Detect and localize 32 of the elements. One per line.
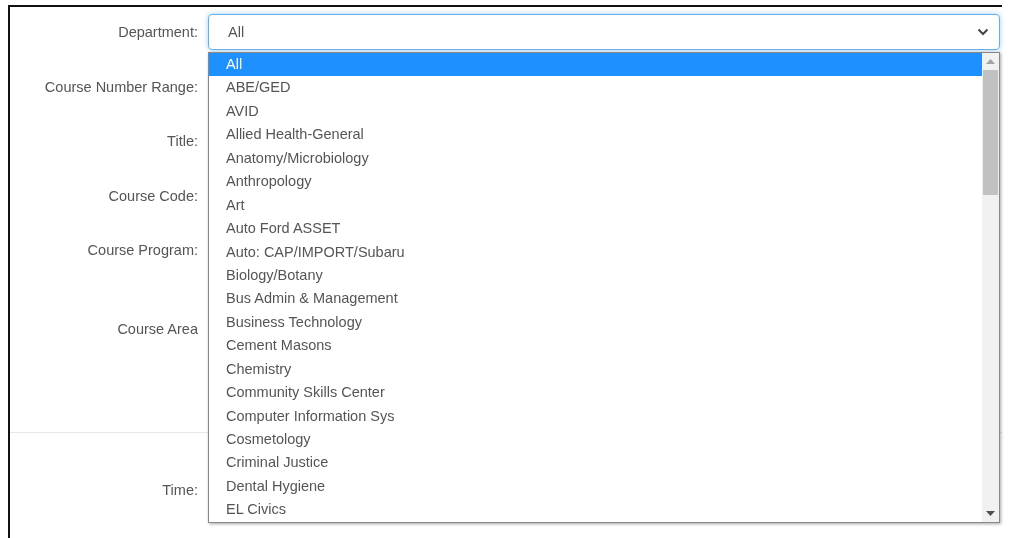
scroll-up-icon[interactable] (986, 59, 995, 64)
field-label: Course Program: (87, 242, 198, 259)
scrollbar-thumb[interactable] (983, 70, 998, 195)
field-label: Time: (162, 482, 198, 498)
dropdown-option[interactable]: Allied Health-General (209, 123, 982, 147)
dropdown-option[interactable]: Chemistry (209, 357, 982, 382)
field-label: Course Code: (108, 187, 198, 204)
dropdown-option[interactable]: Community Skills Center (209, 381, 982, 405)
scroll-down-icon[interactable] (986, 511, 995, 516)
dropdown-option[interactable]: Bus Admin & Management (209, 287, 982, 311)
dropdown-option[interactable]: EL Civics (209, 498, 982, 522)
dropdown-option[interactable]: Anatomy/Microbiology (209, 146, 982, 171)
dropdown-option[interactable]: Cosmetology (209, 428, 982, 452)
chevron-down-icon (977, 28, 989, 36)
dropdown-option[interactable]: Auto: CAP/IMPORT/Subaru (209, 240, 982, 264)
field-label: Course Number Range: (44, 78, 198, 95)
scrollbar[interactable] (982, 53, 999, 522)
dropdown-option[interactable]: Dental Hygiene (209, 474, 982, 499)
field-label: Course Area (117, 321, 198, 337)
department-select[interactable]: All (208, 14, 1000, 50)
dropdown-option[interactable]: Biology/Botany (209, 263, 982, 288)
dropdown-option[interactable]: Anthropology (209, 170, 982, 194)
dropdown-option[interactable]: Business Technology (209, 310, 982, 335)
dropdown-option[interactable]: Computer Information Sys (209, 404, 982, 428)
dropdown-option[interactable]: ABE/GED (209, 76, 982, 100)
field-label: Department: (118, 24, 198, 41)
dropdown-option[interactable]: Auto Ford ASSET (209, 217, 982, 241)
dropdown-option[interactable]: Cement Masons (209, 334, 982, 358)
dropdown-option[interactable]: Art (209, 193, 982, 218)
field-label: Title: (167, 133, 198, 150)
dropdown-option[interactable]: AVID (209, 99, 982, 124)
dropdown-option[interactable]: Criminal Justice (209, 451, 982, 475)
